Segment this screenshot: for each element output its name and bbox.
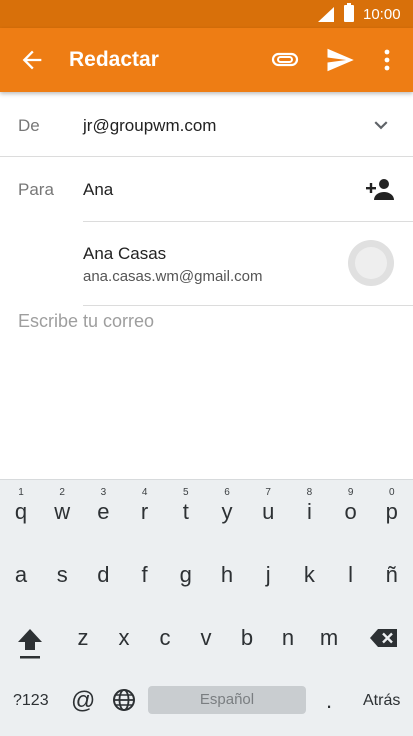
key-label: r (140, 499, 149, 524)
key-hint: 2 (59, 487, 65, 498)
period-key[interactable]: . (326, 688, 332, 714)
key-w[interactable]: 2w (42, 487, 82, 525)
key-label: y (221, 499, 233, 524)
key-o[interactable]: 9o (331, 487, 371, 525)
key-label: u (262, 499, 275, 524)
key-n[interactable]: n (268, 625, 308, 651)
key-label: b (240, 625, 254, 650)
key-m[interactable]: m (309, 625, 349, 651)
keyboard: ?123 @ Español . Atrás 1q2w3e4r5t6y7u8i9… (0, 479, 413, 736)
key-u[interactable]: 7u (248, 487, 288, 525)
to-label: Para (18, 180, 54, 199)
key-label: d (97, 562, 110, 587)
key-hint: 8 (306, 487, 313, 498)
key-label: c (159, 625, 171, 650)
key-label: v (200, 625, 212, 650)
page-title: Redactar (69, 48, 159, 71)
symbols-key[interactable]: ?123 (13, 692, 49, 710)
shift-icon[interactable] (16, 626, 44, 662)
chevron-down-icon[interactable] (368, 112, 394, 138)
key-label: ñ (385, 562, 398, 587)
key-g[interactable]: g (166, 562, 206, 588)
key-a[interactable]: a (1, 562, 41, 588)
key-hint: 4 (141, 487, 148, 498)
status-bar: 10:00 (0, 0, 413, 28)
key-label: n (281, 625, 295, 650)
suggestion-name: Ana Casas (83, 244, 167, 263)
key-ñ[interactable]: ñ (372, 562, 412, 588)
key-h[interactable]: h (207, 562, 247, 588)
message-body-input[interactable]: Escribe tu correo (18, 311, 154, 332)
key-label: z (77, 625, 89, 650)
key-t[interactable]: 5t (166, 487, 206, 525)
avatar (348, 240, 394, 286)
key-b[interactable]: b (227, 625, 267, 651)
key-label: g (179, 562, 192, 587)
key-c[interactable]: c (145, 625, 185, 651)
key-j[interactable]: j (248, 562, 288, 588)
key-label: o (344, 499, 357, 524)
key-r[interactable]: 4r (125, 487, 165, 525)
key-hint: 5 (183, 487, 189, 498)
battery-icon (344, 3, 354, 22)
globe-icon[interactable] (112, 688, 136, 712)
backspace-icon[interactable] (369, 628, 399, 648)
paperclip-icon[interactable] (270, 46, 300, 74)
from-label: De (18, 116, 40, 135)
at-key[interactable]: @ (71, 687, 95, 715)
signal-icon (318, 7, 334, 22)
key-z[interactable]: z (63, 625, 103, 651)
app-bar: Redactar (0, 28, 413, 92)
more-vert-icon[interactable] (376, 45, 398, 75)
key-hint: 0 (389, 487, 395, 498)
key-label: i (306, 499, 312, 524)
key-label: q (14, 499, 28, 524)
key-p[interactable]: 0p (372, 487, 412, 525)
add-person-icon[interactable] (364, 176, 396, 202)
key-label: x (118, 625, 130, 650)
divider (0, 156, 413, 157)
suggestion-email: ana.casas.wm@gmail.com (83, 268, 263, 285)
key-label: j (265, 562, 271, 587)
key-y[interactable]: 6y (207, 487, 247, 525)
key-label: t (182, 499, 189, 524)
to-input[interactable]: Ana (83, 180, 113, 200)
key-label: f (141, 562, 148, 587)
key-k[interactable]: k (289, 562, 329, 588)
key-d[interactable]: d (83, 562, 123, 588)
from-account-select[interactable]: jr@groupwm.com (83, 116, 216, 136)
key-label: a (14, 562, 28, 587)
key-s[interactable]: s (42, 562, 82, 588)
key-label: l (348, 562, 354, 587)
space-key[interactable]: Español (148, 686, 306, 714)
key-x[interactable]: x (104, 625, 144, 651)
key-f[interactable]: f (125, 562, 165, 588)
divider (83, 221, 413, 222)
key-label: m (319, 625, 339, 650)
key-label: p (385, 499, 398, 524)
status-time: 10:00 (363, 6, 401, 23)
key-hint: 6 (224, 487, 230, 498)
key-l[interactable]: l (331, 562, 371, 588)
key-label: s (56, 562, 68, 587)
key-label: e (97, 499, 110, 524)
key-hint: 7 (265, 487, 271, 498)
key-hint: 9 (347, 487, 354, 498)
key-i[interactable]: 8i (289, 487, 329, 525)
key-e[interactable]: 3e (83, 487, 123, 525)
back-key[interactable]: Atrás (363, 692, 400, 710)
key-label: w (54, 499, 71, 524)
key-hint: 1 (18, 487, 24, 498)
divider (83, 305, 413, 306)
key-label: k (303, 562, 315, 587)
key-q[interactable]: 1q (1, 487, 41, 525)
key-label: h (220, 562, 234, 587)
arrow-left-icon[interactable] (18, 46, 46, 74)
key-hint: 3 (100, 487, 107, 498)
key-v[interactable]: v (186, 625, 226, 651)
send-icon[interactable] (325, 45, 355, 75)
